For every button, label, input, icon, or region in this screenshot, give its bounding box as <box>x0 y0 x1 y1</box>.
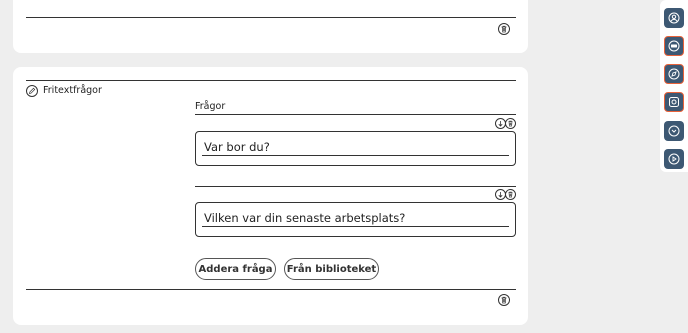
trash-icon[interactable] <box>498 23 510 35</box>
user-icon[interactable] <box>664 8 684 28</box>
section-bottom-divider <box>26 289 516 290</box>
trash-icon[interactable] <box>498 294 510 306</box>
divider <box>26 17 516 18</box>
question-divider <box>195 186 516 187</box>
chevron-down-icon[interactable] <box>664 121 684 141</box>
pencil-icon <box>26 85 38 97</box>
play-icon[interactable] <box>664 149 684 169</box>
questions-label-divider <box>195 114 516 115</box>
questions-label: Frågor <box>195 101 226 112</box>
previous-section-card <box>13 0 528 53</box>
from-library-button[interactable]: Från biblioteket <box>284 258 379 280</box>
question-text: Var bor du? <box>204 140 270 154</box>
free-text-questions-card <box>13 67 528 325</box>
question-input[interactable]: Vilken var din senaste arbetsplats? <box>195 202 516 237</box>
trash-icon[interactable] <box>505 118 516 129</box>
question-underline <box>202 226 509 227</box>
badge-icon[interactable] <box>664 36 684 56</box>
question-underline <box>202 155 509 156</box>
camera-icon[interactable] <box>664 92 684 112</box>
add-question-button[interactable]: Addera fråga <box>195 258 276 280</box>
question-input[interactable]: Var bor du? <box>195 131 516 166</box>
section-top-divider <box>26 80 516 81</box>
trash-icon[interactable] <box>505 189 516 200</box>
section-title: Fritextfrågor <box>43 85 102 96</box>
question-text: Vilken var din senaste arbetsplats? <box>204 211 406 225</box>
compass-icon[interactable] <box>664 64 684 84</box>
